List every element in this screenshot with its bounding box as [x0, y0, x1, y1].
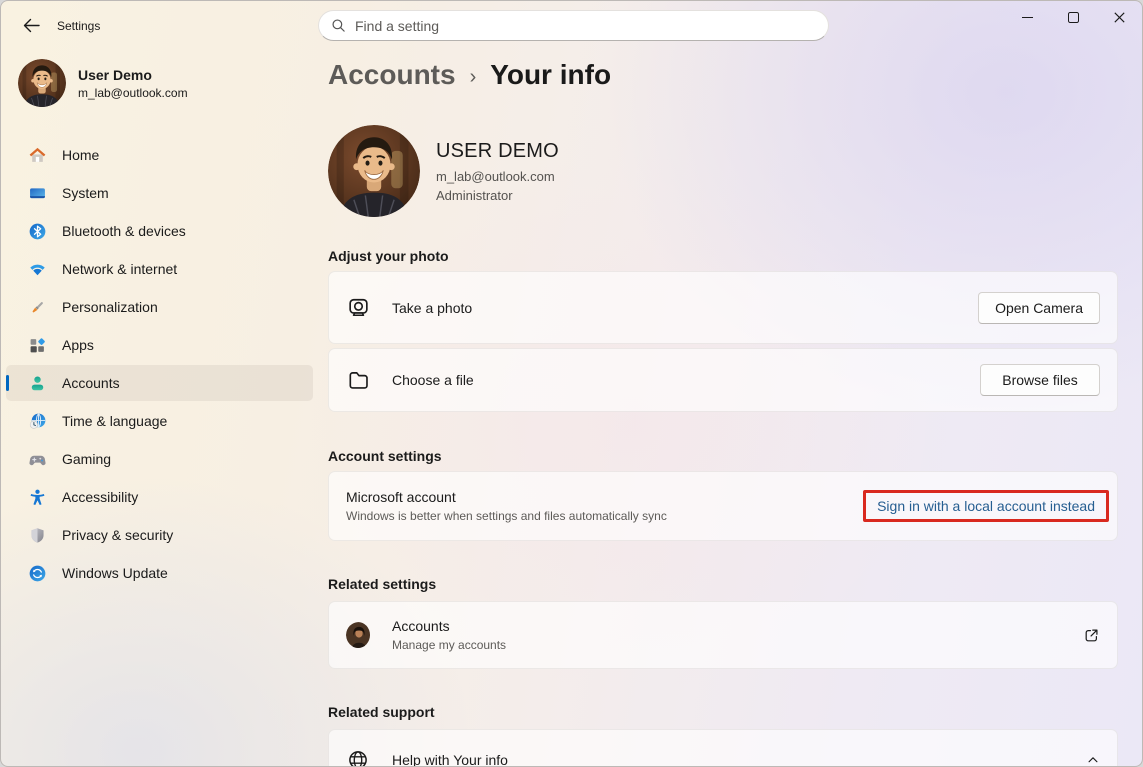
- external-link-icon[interactable]: [1083, 627, 1100, 644]
- sidebar-item-label: Accounts: [62, 375, 120, 391]
- section-heading-account-settings: Account settings: [328, 448, 442, 464]
- profile-avatar: [328, 125, 420, 217]
- sidebar-item-label: Bluetooth & devices: [62, 223, 186, 239]
- minimize-button[interactable]: [1004, 1, 1050, 34]
- user-name: User Demo: [78, 67, 188, 83]
- microsoft-account-row: Microsoft account Windows is better when…: [328, 471, 1118, 541]
- sidebar-item-gaming[interactable]: Gaming: [6, 441, 313, 477]
- profile-email: m_lab@outlook.com: [436, 169, 559, 184]
- sidebar-item-system[interactable]: System: [6, 175, 313, 211]
- personalization-icon: [29, 299, 46, 316]
- sidebar: User Demo m_lab@outlook.com Home System …: [1, 45, 318, 766]
- accessibility-icon: [29, 489, 46, 506]
- maximize-button[interactable]: [1050, 1, 1096, 34]
- sidebar-item-apps[interactable]: Apps: [6, 327, 313, 363]
- sidebar-item-time-language[interactable]: Time & language: [6, 403, 313, 439]
- back-arrow-icon: [23, 18, 40, 33]
- search-box[interactable]: [318, 10, 829, 41]
- accounts-icon: [29, 375, 46, 392]
- sidebar-item-label: Accessibility: [62, 489, 138, 505]
- camera-icon: [346, 296, 370, 319]
- help-with-your-info-row[interactable]: Help with Your info: [328, 729, 1118, 767]
- system-icon: [29, 185, 46, 202]
- browse-files-button[interactable]: Browse files: [980, 364, 1100, 396]
- apps-icon: [29, 337, 46, 354]
- network-icon: [29, 261, 46, 278]
- microsoft-account-title: Microsoft account: [346, 489, 667, 505]
- close-button[interactable]: [1096, 1, 1142, 34]
- sidebar-item-bluetooth[interactable]: Bluetooth & devices: [6, 213, 313, 249]
- search-icon: [331, 18, 346, 33]
- breadcrumb-separator-icon: ›: [470, 62, 477, 89]
- minimize-icon: [1022, 12, 1033, 23]
- sign-in-local-account-link[interactable]: Sign in with a local account instead: [877, 498, 1095, 514]
- sidebar-item-label: Network & internet: [62, 261, 177, 277]
- sidebar-item-accessibility[interactable]: Accessibility: [6, 479, 313, 515]
- related-accounts-row[interactable]: Accounts Manage my accounts: [328, 601, 1118, 669]
- user-email: m_lab@outlook.com: [78, 86, 188, 100]
- windows-update-icon: [29, 565, 46, 582]
- breadcrumb: Accounts › Your info: [328, 59, 611, 91]
- sidebar-item-accounts[interactable]: Accounts: [6, 365, 313, 401]
- help-title: Help with Your info: [392, 752, 508, 767]
- related-accounts-subtitle: Manage my accounts: [392, 638, 506, 652]
- chevron-up-icon[interactable]: [1086, 753, 1100, 767]
- privacy-icon: [29, 527, 46, 544]
- take-photo-row: Take a photo Open Camera: [328, 271, 1118, 344]
- close-icon: [1114, 12, 1125, 23]
- sidebar-item-label: Gaming: [62, 451, 111, 467]
- sidebar-item-network[interactable]: Network & internet: [6, 251, 313, 287]
- accounts-mini-avatar: [346, 622, 370, 648]
- section-heading-related-support: Related support: [328, 704, 435, 720]
- main-content: Accounts › Your info USER DEMO m_lab@out…: [328, 45, 1118, 766]
- selected-indicator: [6, 375, 9, 391]
- sidebar-item-label: Apps: [62, 337, 94, 353]
- gaming-icon: [29, 451, 46, 468]
- search-input[interactable]: [355, 18, 816, 34]
- profile-block: USER DEMO m_lab@outlook.com Administrato…: [328, 125, 559, 217]
- sidebar-item-label: Personalization: [62, 299, 158, 315]
- sidebar-item-label: Windows Update: [62, 565, 168, 581]
- profile-name: USER DEMO: [436, 140, 559, 163]
- globe-icon: [346, 749, 370, 767]
- sidebar-nav: Home System Bluetooth & devices Network …: [1, 137, 318, 591]
- row-label: Take a photo: [392, 300, 472, 316]
- sidebar-item-label: Home: [62, 147, 99, 163]
- open-camera-button[interactable]: Open Camera: [978, 292, 1100, 324]
- bluetooth-icon: [29, 223, 46, 240]
- related-accounts-title: Accounts: [392, 618, 506, 634]
- page-title: Your info: [490, 59, 611, 91]
- sidebar-item-label: Time & language: [62, 413, 167, 429]
- sidebar-item-privacy[interactable]: Privacy & security: [6, 517, 313, 553]
- sidebar-item-home[interactable]: Home: [6, 137, 313, 173]
- sidebar-item-windows-update[interactable]: Windows Update: [6, 555, 313, 591]
- row-label: Choose a file: [392, 372, 474, 388]
- time-language-icon: [29, 413, 46, 430]
- folder-icon: [346, 369, 370, 392]
- sidebar-user-block[interactable]: User Demo m_lab@outlook.com: [1, 45, 318, 107]
- maximize-icon: [1068, 12, 1079, 23]
- choose-file-row: Choose a file Browse files: [328, 348, 1118, 412]
- app-title: Settings: [57, 19, 100, 33]
- section-heading-related-settings: Related settings: [328, 576, 436, 592]
- profile-role: Administrator: [436, 188, 559, 203]
- microsoft-account-subtitle: Windows is better when settings and file…: [346, 509, 667, 523]
- home-icon: [29, 147, 46, 164]
- annotation-highlight-box: Sign in with a local account instead: [863, 490, 1109, 522]
- user-avatar: [18, 59, 66, 107]
- sidebar-item-label: Privacy & security: [62, 527, 173, 543]
- section-heading-adjust-photo: Adjust your photo: [328, 248, 449, 264]
- settings-window: Settings User Demo m_lab@outlook.com: [0, 0, 1143, 767]
- back-button[interactable]: [17, 14, 45, 36]
- sidebar-item-label: System: [62, 185, 109, 201]
- breadcrumb-parent[interactable]: Accounts: [328, 59, 456, 91]
- sidebar-item-personalization[interactable]: Personalization: [6, 289, 313, 325]
